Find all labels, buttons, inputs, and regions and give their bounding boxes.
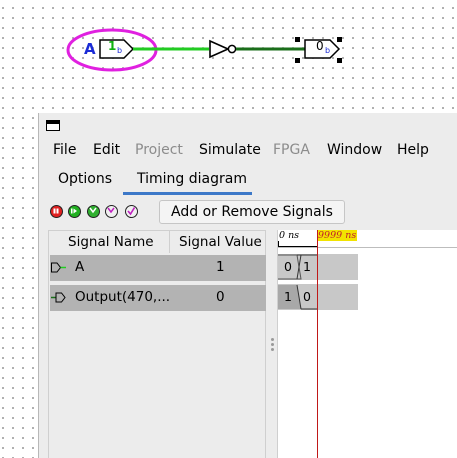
menu-edit[interactable]: Edit (93, 142, 120, 158)
not-gate[interactable] (209, 39, 230, 59)
menu-fpga: FPGA (273, 142, 310, 158)
input-pin-bits: b (117, 46, 123, 55)
signal-name: A (75, 259, 85, 275)
output-signal-icon (51, 292, 66, 303)
column-header-signal-value[interactable]: Signal Value (179, 234, 262, 250)
menu-help[interactable]: Help (397, 142, 429, 158)
menu-project: Project (135, 142, 183, 158)
timing-diagram-pane[interactable]: 0 ns 9999 ns 0 1 1 0 (277, 230, 457, 458)
play-icon[interactable] (68, 205, 81, 218)
input-signal-icon (51, 262, 66, 273)
signal-value: 0 (216, 289, 225, 305)
output-pin-value: 0 (316, 39, 324, 53)
timing-window: File Edit Project Simulate FPGA Window H… (38, 113, 457, 458)
signal-name: Output(470,... (75, 289, 171, 305)
output-pin-handle-br[interactable] (337, 58, 342, 63)
window-titlebar[interactable] (39, 113, 457, 137)
menu-window[interactable]: Window (327, 142, 382, 158)
menu-file[interactable]: File (53, 142, 76, 158)
zoom-out-icon[interactable] (105, 205, 118, 218)
input-pin-value: 1 (108, 39, 117, 53)
add-remove-signals-button[interactable]: Add or Remove Signals (159, 200, 345, 224)
wave-before-value: 1 (284, 289, 292, 304)
waveform-row[interactable]: 1 0 (278, 284, 358, 310)
tab-bar: Options Timing diagram (39, 164, 457, 194)
time-cursor-line[interactable] (317, 230, 318, 458)
active-tab-indicator (123, 192, 252, 195)
waveform-row[interactable]: 0 1 (278, 254, 358, 280)
not-gate-bubble (227, 44, 237, 54)
wave-after-value: 1 (303, 259, 311, 274)
input-pin-label: A (84, 40, 96, 58)
menu-simulate[interactable]: Simulate (199, 142, 261, 158)
output-pin-handle-tl[interactable] (295, 37, 300, 42)
zoom-fit-icon[interactable] (125, 205, 138, 218)
ruler-start-label: 0 ns (279, 230, 300, 241)
time-ruler[interactable]: 0 ns 9999 ns (278, 230, 457, 248)
output-pin-handle-tr[interactable] (337, 37, 342, 42)
signal-table: Signal Name Signal Value A 1 Output(470,… (48, 230, 266, 458)
tab-options[interactable]: Options (58, 171, 112, 187)
zoom-in-icon[interactable] (87, 205, 100, 218)
tab-timing-diagram[interactable]: Timing diagram (137, 171, 247, 187)
cursor-time-label: 9999 ns (317, 230, 358, 241)
output-pin-handle-bl[interactable] (295, 58, 300, 63)
signal-row[interactable]: A 1 (50, 255, 266, 281)
stop-icon[interactable] (50, 205, 63, 218)
wave-after-value: 0 (303, 289, 311, 304)
signal-value: 1 (216, 259, 225, 275)
split-pane-divider[interactable] (267, 230, 277, 458)
menubar: File Edit Project Simulate FPGA Window H… (39, 138, 457, 162)
circuit-canvas[interactable] (0, 0, 457, 112)
output-pin-bits: b (325, 46, 331, 55)
wave-before-value: 0 (284, 259, 292, 274)
window-icon (46, 120, 60, 131)
column-header-signal-name[interactable]: Signal Name (68, 234, 154, 250)
signal-row[interactable]: Output(470,... 0 (50, 285, 266, 311)
